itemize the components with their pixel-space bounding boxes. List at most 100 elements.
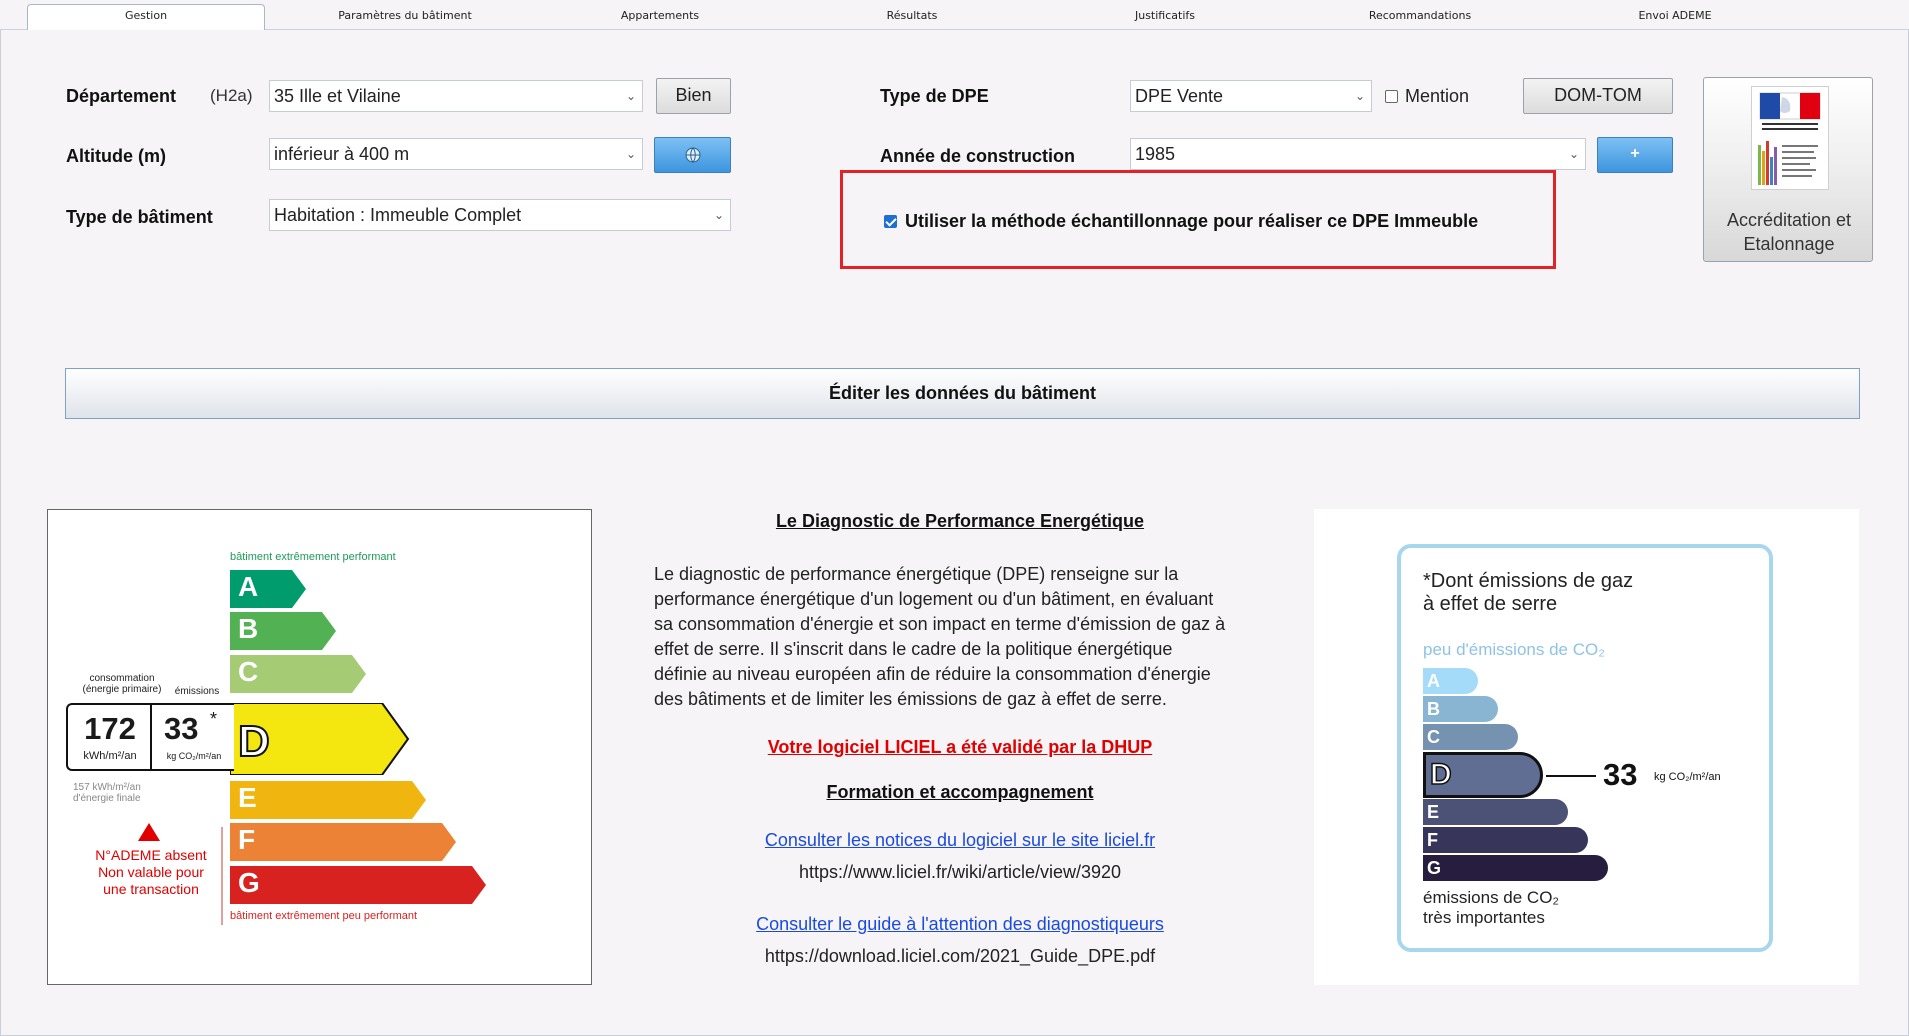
tab-appartements[interactable]: Appartements [560, 5, 760, 30]
energy-label-panel: bâtiment extrêmement performant ABCDEFG … [47, 509, 592, 985]
zone-label: (H2a) [210, 86, 253, 105]
ges-bottom-line1: émissions de CO₂ [1423, 888, 1560, 907]
annee-construction-label: Année de construction [880, 146, 1076, 166]
ges-grade-a: A [1423, 668, 1478, 694]
consumption-cell: 172 kWh/m²/an [68, 705, 152, 769]
tab-gestion[interactable]: Gestion [27, 4, 265, 30]
warning-triangle-icon [138, 823, 160, 841]
ges-label-frame: *Dont émissions de gaz à effet de serre … [1397, 544, 1773, 952]
ges-title: *Dont émissions de gaz à effet de serre [1423, 570, 1633, 616]
echantillonnage-label: Utiliser la méthode échantillonnage pour… [905, 211, 1479, 231]
type-batiment-select[interactable]: Habitation : Immeuble Complet ⌄ [269, 199, 731, 231]
globe-button[interactable] [654, 137, 731, 173]
ademe-warning-line2: Non valable pour [98, 864, 204, 880]
tab-bar: Gestion Paramètres du bâtiment Apparteme… [0, 0, 1909, 30]
echantillonnage-checkbox[interactable] [884, 215, 897, 228]
type-dpe-label: Type de DPE [880, 86, 989, 106]
energy-grade-f: F [230, 823, 462, 861]
ges-value: 33 [1603, 757, 1638, 792]
type-batiment-label: Type de bâtiment [66, 207, 213, 227]
globe-icon [685, 147, 700, 163]
energy-top-text: bâtiment extrêmement performant [230, 551, 396, 563]
chevron-down-icon: ⌄ [1568, 147, 1579, 161]
energy-grade-e: E [230, 781, 432, 819]
type-batiment-value: Habitation : Immeuble Complet [274, 205, 522, 225]
guide-link[interactable]: Consulter le guide à l'attention des dia… [650, 914, 1270, 935]
ges-top-text: peu d'émissions de CO₂ [1423, 640, 1605, 659]
ges-bottom-text: émissions de CO₂ très importantes [1423, 888, 1559, 928]
departement-value: 35 Ille et Vilaine [274, 86, 401, 106]
emissions-star: * [210, 709, 218, 729]
bien-button[interactable]: Bien [656, 78, 731, 114]
emissions-header: émissions [174, 686, 220, 697]
final-energy-text: 157 kWh/m²/an d'énergie finale [73, 782, 141, 804]
emissions-unit: kg CO₂/m²/an [166, 751, 222, 761]
energy-grade-letter: B [238, 613, 259, 644]
accreditation-label-line1: Accréditation et [1726, 210, 1852, 230]
mention-label: Mention [1405, 86, 1470, 106]
ademe-warning-line3: une transaction [103, 881, 199, 897]
energy-grade-letter: E [238, 782, 257, 813]
ges-label-panel: *Dont émissions de gaz à effet de serre … [1314, 509, 1859, 985]
consumption-header: consommation (énergie primaire) [76, 673, 168, 695]
consumption-value: 172 [84, 711, 136, 746]
scale-divider [221, 827, 223, 925]
altitude-select[interactable]: inférieur à 400 m ⌄ [269, 138, 643, 170]
ges-grade-c: C [1423, 724, 1518, 750]
tab-envoi-ademe[interactable]: Envoi ADEME [1575, 5, 1775, 30]
ges-grade-g: G [1423, 855, 1608, 881]
chevron-down-icon: ⌄ [625, 147, 636, 161]
energy-grade-g: G [230, 866, 492, 904]
dom-tom-button[interactable]: DOM-TOM [1523, 78, 1673, 114]
accreditation-label-line2: Etalonnage [1743, 234, 1835, 254]
guide-url: https://download.liciel.com/2021_Guide_D… [764, 946, 1156, 966]
final-energy-line1: 157 kWh/m²/an [73, 782, 141, 793]
energy-grade-a: A [230, 570, 312, 608]
tab-resultats[interactable]: Résultats [812, 5, 1012, 30]
formation-heading: Formation et accompagnement [826, 782, 1094, 802]
chevron-down-icon: ⌄ [713, 208, 724, 222]
marianne-logo-icon [1758, 92, 1821, 185]
accreditation-button[interactable]: Accréditation et Etalonnage [1703, 77, 1873, 262]
ges-unit: kg CO₂/m²/an [1654, 771, 1721, 783]
consumption-unit: kWh/m²/an [83, 750, 137, 762]
dhup-validation-link[interactable]: Votre logiciel LICIEL a été validé par l… [650, 737, 1270, 758]
paragraph-line: performance énergétique d'un logement ou… [654, 589, 1214, 609]
edit-building-button[interactable]: Éditer les données du bâtiment [65, 368, 1860, 419]
tab-recommandations[interactable]: Recommandations [1320, 5, 1520, 30]
annee-construction-select[interactable]: 1985 ⌄ [1130, 138, 1586, 170]
ges-grade-d: D [1423, 752, 1543, 798]
departement-select[interactable]: 35 Ille et Vilaine ⌄ [269, 80, 643, 112]
ademe-warning-line1: N°ADEME absent [95, 847, 207, 863]
energy-grade-letter: A [238, 571, 259, 602]
add-year-button[interactable]: + [1597, 137, 1673, 173]
tab-parametres-batiment[interactable]: Paramètres du bâtiment [300, 5, 510, 30]
ges-value-pointer [1546, 775, 1596, 777]
energy-grade-b: B [230, 612, 342, 650]
mention-checkbox[interactable] [1385, 90, 1398, 103]
type-dpe-select[interactable]: DPE Vente ⌄ [1130, 80, 1372, 112]
tab-justificatifs[interactable]: Justificatifs [1065, 5, 1265, 30]
altitude-value: inférieur à 400 m [274, 144, 410, 164]
final-energy-line2: d'énergie finale [73, 793, 141, 804]
departement-label: Département [66, 86, 177, 106]
notices-link[interactable]: Consulter les notices du logiciel sur le… [650, 830, 1270, 851]
ministry-logo [1751, 86, 1829, 190]
emissions-value: 33 [164, 711, 199, 746]
paragraph-line: effet de serre. Il s'inscrit dans le cad… [654, 639, 1173, 659]
ges-title-line2: à effet de serre [1423, 593, 1558, 615]
consumption-header-line1: consommation [89, 673, 155, 684]
ges-grade-f: F [1423, 827, 1588, 853]
dpe-info-paragraph: Le diagnostic de performance énergétique… [654, 562, 1264, 712]
paragraph-line: des bâtiments et de limiter les émission… [654, 689, 1167, 709]
energy-grade-c: C [230, 655, 372, 693]
paragraph-line: Le diagnostic de performance énergétique… [654, 564, 1179, 584]
chevron-down-icon: ⌄ [1354, 89, 1365, 103]
dpe-info-title: Le Diagnostic de Performance Energétique [775, 511, 1145, 531]
energy-grade-letter: D [237, 716, 271, 767]
type-dpe-value: DPE Vente [1135, 86, 1224, 106]
notices-url: https://www.liciel.fr/wiki/article/view/… [798, 862, 1122, 882]
annee-construction-value: 1985 [1135, 144, 1176, 164]
ges-title-line1: *Dont émissions de gaz [1423, 570, 1634, 592]
chevron-down-icon: ⌄ [625, 89, 636, 103]
